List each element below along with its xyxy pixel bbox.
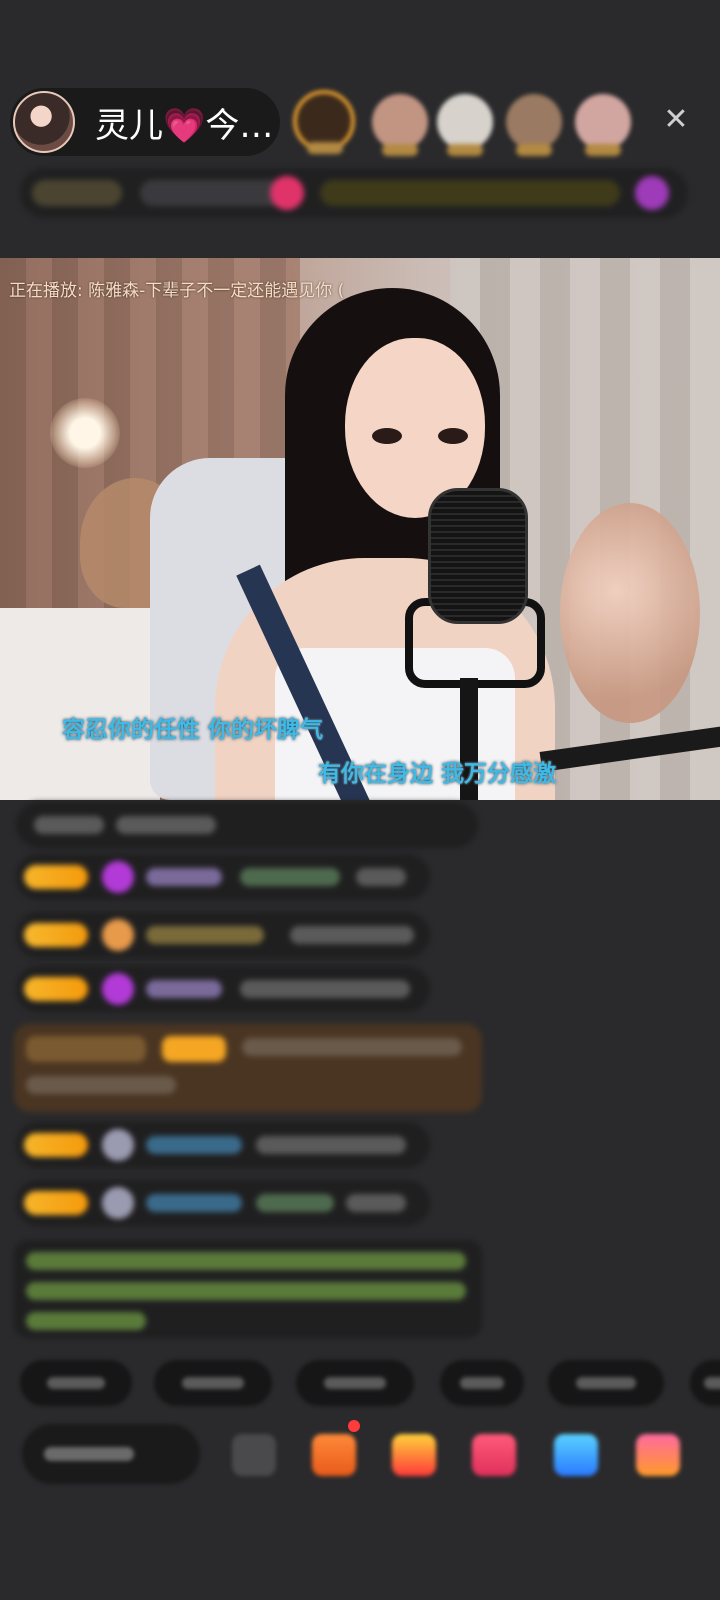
lamp: [50, 398, 120, 468]
reward-icon[interactable]: [392, 1434, 436, 1476]
host-avatar[interactable]: [13, 91, 75, 153]
dresser: [0, 608, 160, 800]
live-video[interactable]: 正在播放: 陈雅森-下辈子不一定还能遇见你 ( 容忍你的任性 你的坏脾气 有你在…: [0, 258, 720, 800]
top-viewer-avatar[interactable]: [575, 94, 631, 156]
more-icon[interactable]: [636, 1434, 680, 1476]
lyric-line: 有你在身边 我万分感激: [318, 761, 557, 787]
host-name: 灵儿💗今…: [95, 105, 274, 146]
chat-message[interactable]: [16, 802, 478, 848]
quick-reply-chip[interactable]: [548, 1360, 664, 1406]
chat-message[interactable]: [16, 854, 430, 900]
decor-bear: [560, 503, 700, 723]
chat-input[interactable]: [22, 1424, 200, 1484]
top-viewer-avatar[interactable]: [293, 90, 355, 154]
gift-message[interactable]: [14, 1024, 482, 1112]
chat-message[interactable]: [16, 1122, 430, 1168]
lyric-line: 容忍你的任性 你的坏脾气: [62, 717, 324, 743]
chat-message[interactable]: [16, 966, 430, 1012]
notification-dot: [348, 1420, 360, 1432]
close-icon[interactable]: ✕: [660, 104, 692, 136]
gift-icon[interactable]: [312, 1434, 356, 1476]
system-notice: [14, 1240, 482, 1338]
chat-message[interactable]: [16, 912, 430, 958]
top-viewer-avatar[interactable]: [437, 94, 493, 156]
host-info-pill[interactable]: 灵儿💗今…: [10, 88, 280, 156]
heart-icon[interactable]: [472, 1434, 516, 1476]
microphone: [428, 488, 528, 624]
quick-reply-chip[interactable]: [440, 1360, 524, 1406]
quick-reply-chip[interactable]: [690, 1360, 720, 1406]
game-icon[interactable]: [554, 1434, 598, 1476]
quick-reply-chip[interactable]: [20, 1360, 132, 1406]
quick-reply-chip[interactable]: [296, 1360, 414, 1406]
top-viewer-avatar[interactable]: [372, 94, 428, 156]
eye: [438, 428, 468, 444]
eye: [372, 428, 402, 444]
chat-message[interactable]: [16, 1180, 430, 1226]
quick-reply-chip[interactable]: [154, 1360, 272, 1406]
now-playing-text: 正在播放: 陈雅森-下辈子不一定还能遇见你 (: [9, 281, 345, 301]
stream-info-bar[interactable]: [20, 168, 688, 218]
emoji-icon[interactable]: [232, 1434, 276, 1476]
top-viewer-avatar[interactable]: [506, 94, 562, 156]
